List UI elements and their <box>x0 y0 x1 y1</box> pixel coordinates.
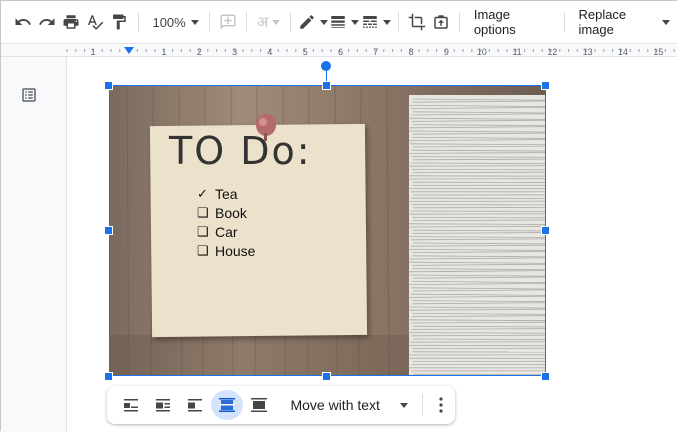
resize-handle-top-left[interactable] <box>104 81 113 90</box>
resize-handle-bottom-right[interactable] <box>541 372 550 381</box>
behind-text-icon <box>218 396 236 414</box>
todo-item: ✓ Tea <box>197 186 238 202</box>
ruler-number: 6 <box>338 47 343 57</box>
bar-divider <box>422 394 423 416</box>
break-text-icon <box>186 396 204 414</box>
resize-handle-bottom[interactable] <box>322 372 331 381</box>
todo-item: ❑ Book <box>197 205 247 221</box>
spellcheck-icon[interactable] <box>83 8 107 36</box>
ruler-number: 2 <box>197 47 202 57</box>
replace-image-button[interactable]: Replace image <box>570 8 677 36</box>
border-weight-icon[interactable] <box>329 8 361 36</box>
move-option-label: Move with text <box>290 397 379 413</box>
ruler-number: 8 <box>409 47 414 57</box>
left-sidebar <box>1 57 67 432</box>
move-with-text-dropdown[interactable]: Move with text <box>290 397 414 413</box>
ruler-scale: 1123456789101112131415 <box>1 44 677 57</box>
ruler-number: 7 <box>373 47 378 57</box>
reset-image-icon[interactable] <box>429 8 453 36</box>
behind-text-button[interactable] <box>211 390 243 420</box>
ruler-number: 12 <box>547 47 557 57</box>
todo-item: ❑ House <box>197 243 255 259</box>
chevron-down-icon <box>400 403 408 408</box>
in-front-of-text-icon <box>250 396 268 414</box>
paper-edge <box>408 166 546 167</box>
toolbar-divider <box>290 12 291 32</box>
document-outline-icon[interactable] <box>20 86 38 104</box>
todo-item: ❑ Car <box>197 224 238 240</box>
image-options-button[interactable]: Image options <box>466 8 558 36</box>
ruler-number: 4 <box>267 47 272 57</box>
image-options-bar: Move with text <box>107 386 455 424</box>
toolbar-divider <box>246 12 247 32</box>
resize-handle-right[interactable] <box>541 226 550 235</box>
redo-icon[interactable] <box>35 8 59 36</box>
ruler-number: 1 <box>90 47 95 57</box>
ruler-number: 1 <box>161 47 166 57</box>
paper-edge <box>413 339 546 340</box>
crop-icon[interactable] <box>405 8 429 36</box>
wrap-in-line-button[interactable] <box>115 390 147 420</box>
replace-image-label: Replace image <box>578 7 658 37</box>
border-color-icon[interactable] <box>297 8 329 36</box>
paint-format-icon[interactable] <box>107 8 131 36</box>
chevron-down-icon <box>191 20 199 25</box>
ruler-number: 10 <box>477 47 487 57</box>
in-line-icon <box>122 396 140 414</box>
wrap-text-icon <box>154 396 172 414</box>
rotate-handle[interactable] <box>321 61 331 71</box>
resize-handle-top[interactable] <box>322 81 331 90</box>
pin-icon <box>254 113 278 143</box>
toolbar-divider <box>564 12 565 32</box>
horizontal-ruler[interactable]: 1123456789101112131415 <box>1 43 677 57</box>
note-title: TO Do: <box>169 129 312 173</box>
toolbar-divider <box>138 12 139 32</box>
toolbar-divider <box>459 12 460 32</box>
ruler-number: 5 <box>303 47 308 57</box>
zoom-select[interactable]: 100% <box>144 8 202 36</box>
input-tools-icon: अ <box>253 8 285 36</box>
ruler-number: 3 <box>232 47 237 57</box>
toolbar-divider <box>209 12 210 32</box>
resize-handle-bottom-left[interactable] <box>104 372 113 381</box>
toolbar: 100% अ Image options Replace image <box>1 1 677 43</box>
toolbar-divider <box>398 12 399 32</box>
zoom-value: 100% <box>152 15 185 30</box>
undo-icon[interactable] <box>11 8 35 36</box>
resize-handle-top-right[interactable] <box>541 81 550 90</box>
indent-marker[interactable] <box>124 47 134 54</box>
resize-handle-left[interactable] <box>104 226 113 235</box>
ruler-number: 15 <box>653 47 663 57</box>
print-icon[interactable] <box>59 8 83 36</box>
ruler-number: 13 <box>583 47 593 57</box>
break-text-button[interactable] <box>179 390 211 420</box>
wrap-text-button[interactable] <box>147 390 179 420</box>
border-dash-icon[interactable] <box>360 8 392 36</box>
more-options-icon[interactable] <box>427 397 455 413</box>
ruler-number: 11 <box>512 47 521 57</box>
chevron-down-icon <box>662 20 670 25</box>
ruler-number: 9 <box>444 47 449 57</box>
paper-edge <box>412 217 546 218</box>
insert-comment-icon <box>216 8 240 36</box>
paper-stack: /* lines generated below */ <box>389 85 546 376</box>
in-front-of-text-button[interactable] <box>243 390 275 420</box>
ruler-number: 14 <box>618 47 628 57</box>
